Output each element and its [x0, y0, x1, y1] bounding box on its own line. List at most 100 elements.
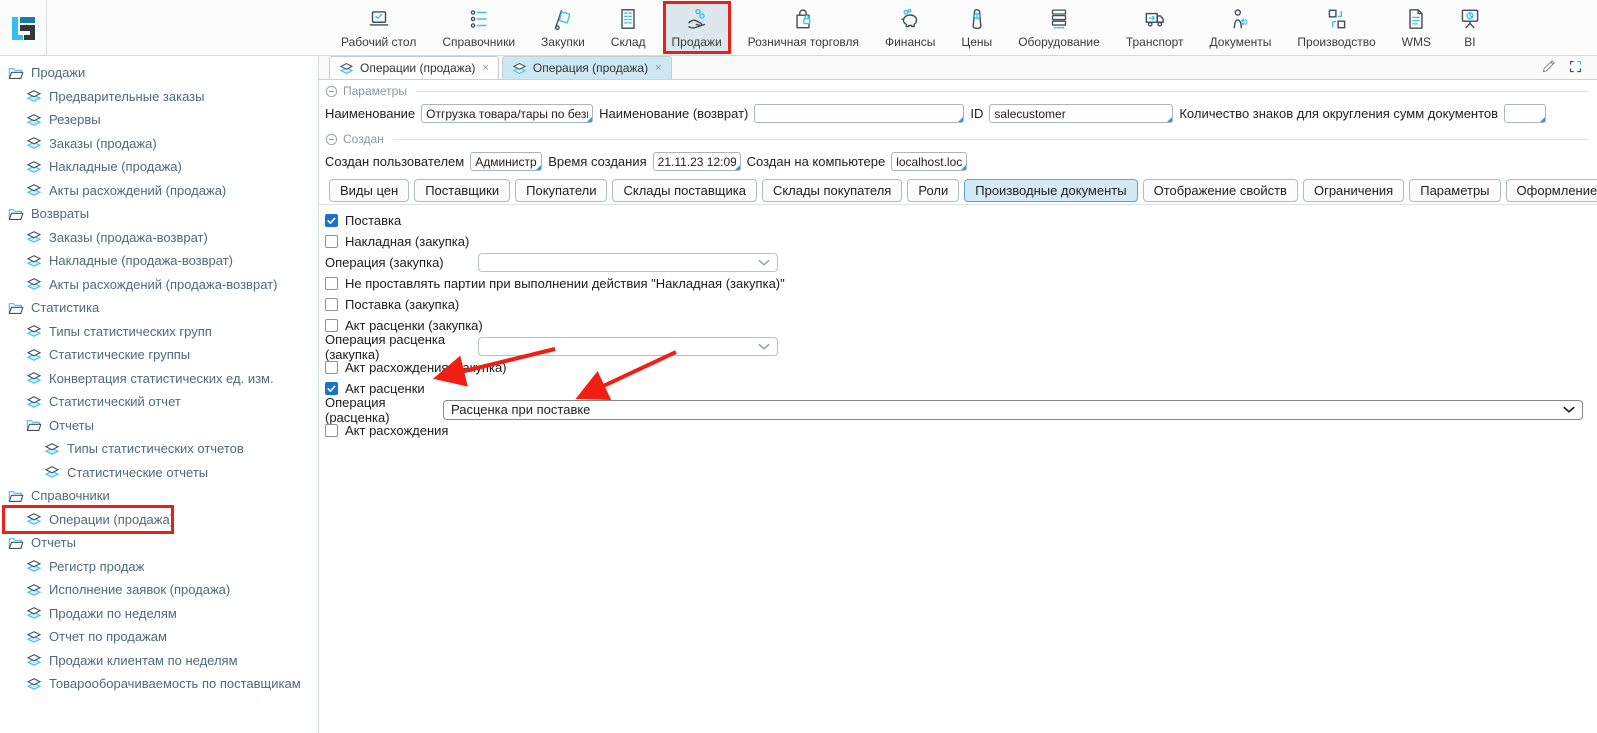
tab-derived-documents[interactable]: Производные документы: [964, 179, 1137, 202]
toolbar-item-prices[interactable]: Цены: [955, 2, 998, 52]
toolbar-item-transport[interactable]: Транспорт: [1120, 2, 1190, 52]
tab-property-display[interactable]: Отображение свойств: [1143, 179, 1298, 202]
tree-item-sales-report[interactable]: Отчет по продажам: [0, 625, 318, 649]
tree-item-stat-unit-conversion[interactable]: Конвертация статистических ед. изм.: [0, 367, 318, 391]
checkbox-discrepancy-act-purchase[interactable]: Акт расхождения (закупка): [325, 357, 1589, 378]
tab-price-types[interactable]: Виды цен: [329, 179, 409, 202]
created-computer-input[interactable]: [891, 152, 967, 171]
app-logo[interactable]: [0, 0, 47, 55]
checkbox-supply-purchase[interactable]: Поставка (закупка): [325, 294, 1589, 315]
tree-item-label: Резервы: [49, 112, 101, 127]
toolbar-item-bi[interactable]: BI: [1451, 2, 1489, 52]
tree-item-label: Конвертация статистических ед. изм.: [49, 371, 274, 386]
tree-item-label: Типы статистических групп: [49, 324, 212, 339]
checkbox-icon[interactable]: [325, 235, 338, 248]
toolbar-item-wms[interactable]: WMS: [1396, 2, 1437, 52]
toolbar-item-documents[interactable]: Документы: [1204, 2, 1278, 52]
checkbox-label: Акт расхождения: [345, 423, 448, 438]
tree-item-reserves[interactable]: Резервы: [0, 108, 318, 132]
tree-item-orders-sale-return[interactable]: Заказы (продажа-возврат): [0, 226, 318, 250]
tree-item-sales-by-week[interactable]: Продажи по неделям: [0, 602, 318, 626]
tab-buyers[interactable]: Покупатели: [515, 179, 607, 202]
tree-item-turnover-by-supplier[interactable]: Товарооборачиваемость по поставщикам: [0, 672, 318, 696]
toolbar-item-label: Документы: [1210, 35, 1272, 49]
toolbar-item-retail[interactable]: Розничная торговля: [742, 2, 865, 52]
rounding-input[interactable]: [1504, 104, 1546, 123]
checkbox-pricing-act-purchase[interactable]: Акт расценки (закупка): [325, 315, 1589, 336]
checkbox-discrepancy-act[interactable]: Акт расхождения: [325, 420, 1589, 441]
select-operation-pricing-purchase[interactable]: [478, 337, 778, 356]
tree-folder-sales[interactable]: Продажи: [0, 61, 318, 85]
tree-folder-stat-reports[interactable]: Отчеты: [0, 414, 318, 438]
fullscreen-icon[interactable]: [1568, 59, 1583, 74]
tree-item-sales-register[interactable]: Регистр продаж: [0, 555, 318, 579]
select-operation-pricing[interactable]: Расценка при поставке: [443, 400, 1583, 420]
application-window: Рабочий стол Справочники Закупки Склад П…: [0, 0, 1597, 733]
toolbar-item-purchases[interactable]: Закупки: [535, 2, 591, 52]
checkbox-no-batches-on-invoice[interactable]: Не проставлять партии при выполнении дей…: [325, 273, 1589, 294]
return-name-input[interactable]: [754, 104, 964, 123]
toolbar-item-sales[interactable]: Продажи: [666, 2, 728, 52]
tree-item-request-fulfillment[interactable]: Исполнение заявок (продажа): [0, 578, 318, 602]
tree-folder-directories[interactable]: Справочники: [0, 484, 318, 508]
tab-supplier-warehouses[interactable]: Склады поставщика: [612, 179, 756, 202]
tab-roles[interactable]: Роли: [907, 179, 959, 202]
tree-item-orders-sale[interactable]: Заказы (продажа): [0, 132, 318, 156]
layers-icon: [26, 324, 42, 338]
select-operation-purchase[interactable]: [478, 253, 778, 272]
tree-item-stat-reports[interactable]: Статистические отчеты: [0, 461, 318, 485]
doc-tab-operation-sale[interactable]: Операция (продажа) ×: [502, 56, 672, 79]
tree-item-discrepancy-acts-sale[interactable]: Акты расхождений (продажа): [0, 179, 318, 203]
tab-invoice-layout[interactable]: Оформление накладных: [1506, 179, 1597, 202]
tree-item-preorders[interactable]: Предварительные заказы: [0, 85, 318, 109]
checkbox-icon[interactable]: [325, 298, 338, 311]
tab-buyer-warehouses[interactable]: Склады покупателя: [762, 179, 902, 202]
toolbar-item-production[interactable]: Производство: [1291, 2, 1381, 52]
tree-item-invoices-sale[interactable]: Накладные (продажа): [0, 155, 318, 179]
tree-folder-returns[interactable]: Возвраты: [0, 202, 318, 226]
id-input[interactable]: [989, 104, 1173, 123]
tree-item-invoices-sale-return[interactable]: Накладные (продажа-возврат): [0, 249, 318, 273]
chevron-down-icon: [758, 343, 770, 351]
checkbox-checked-icon[interactable]: [325, 382, 338, 395]
collapse-minus-icon[interactable]: [325, 85, 338, 98]
folder-icon: [8, 536, 24, 550]
close-icon[interactable]: ×: [482, 62, 488, 74]
created-time-input[interactable]: [653, 152, 741, 171]
doc-tab-operations-sale[interactable]: Операции (продажа) ×: [329, 56, 499, 79]
tree-folder-reports[interactable]: Отчеты: [0, 531, 318, 555]
tree-item-client-sales-by-week[interactable]: Продажи клиентам по неделям: [0, 649, 318, 673]
toolbar-item-warehouse[interactable]: Склад: [605, 2, 652, 52]
toolbar-item-directories[interactable]: Справочники: [436, 2, 521, 52]
toolbar-item-equipment[interactable]: Оборудование: [1012, 2, 1106, 52]
checkbox-icon[interactable]: [325, 424, 338, 437]
tree-item-operations-sale[interactable]: Операции (продажа): [0, 508, 318, 532]
name-input[interactable]: [421, 104, 593, 123]
checkbox-supply[interactable]: Поставка: [325, 210, 1589, 231]
checkbox-invoice-purchase[interactable]: Накладная (закупка): [325, 231, 1589, 252]
layers-icon: [339, 62, 354, 75]
checkbox-checked-icon[interactable]: [325, 214, 338, 227]
tab-suppliers[interactable]: Поставщики: [414, 179, 510, 202]
edit-pencil-icon[interactable]: [1540, 57, 1558, 75]
tab-restrictions[interactable]: Ограничения: [1303, 179, 1404, 202]
tree-folder-statistics[interactable]: Статистика: [0, 296, 318, 320]
toolbar-item-desktop[interactable]: Рабочий стол: [335, 2, 422, 52]
collapse-minus-icon[interactable]: [325, 133, 338, 146]
group-parameters: Параметры Наименование Наименование (воз…: [319, 80, 1597, 128]
toolbar-item-finance[interactable]: Финансы: [879, 2, 941, 52]
tree-item-stat-report[interactable]: Статистический отчет: [0, 390, 318, 414]
production-boxes-icon: [1324, 4, 1350, 34]
created-user-input[interactable]: [470, 152, 542, 171]
tree-item-discrepancy-acts-sale-return[interactable]: Акты расхождений (продажа-возврат): [0, 273, 318, 297]
checkbox-pricing-act[interactable]: Акт расценки: [325, 378, 1589, 399]
layers-icon: [26, 136, 42, 150]
tree-item-stat-groups[interactable]: Статистические группы: [0, 343, 318, 367]
checkbox-icon[interactable]: [325, 277, 338, 290]
tree-item-stat-report-types[interactable]: Типы статистических отчетов: [0, 437, 318, 461]
tree-item-stat-group-types[interactable]: Типы статистических групп: [0, 320, 318, 344]
close-icon[interactable]: ×: [655, 62, 661, 74]
checkbox-icon[interactable]: [325, 361, 338, 374]
tab-parameters[interactable]: Параметры: [1409, 179, 1500, 202]
checkbox-icon[interactable]: [325, 319, 338, 332]
